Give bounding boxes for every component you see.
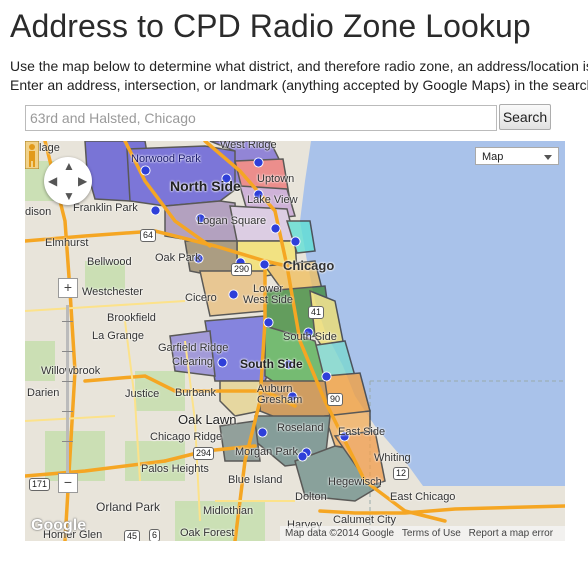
pan-right-icon[interactable]: ▶ [78, 175, 87, 187]
map-label-garfield-ridge: Garfield Ridge [158, 342, 229, 354]
map-label-edison: dison [25, 206, 52, 218]
map-label-bellwood: Bellwood [87, 256, 132, 268]
map-label-roseland: Roseland [277, 422, 324, 434]
map-label-justice: Justice [125, 388, 160, 400]
district-pin-icon[interactable] [263, 317, 274, 328]
map-label-calumet-city: Calumet City [333, 514, 396, 526]
map-label-oak-park: Oak Park [155, 252, 201, 264]
map-label-westchester: Westchester [82, 286, 143, 298]
intro-text-line-2: Enter an address, intersection, or landm… [10, 77, 588, 93]
map-label-clearing: Clearing [172, 356, 213, 368]
pan-left-icon[interactable]: ◀ [48, 175, 57, 187]
google-logo[interactable]: Google [31, 517, 86, 535]
map-label-lower-west-side: Lower West Side [243, 283, 293, 306]
report-map-error-link[interactable]: Report a map error [469, 528, 553, 539]
map-label-willowbrook: Willowbrook [41, 365, 101, 377]
map-attribution-bar: Map data ©2014 Google Terms of Use Repor… [280, 526, 565, 541]
zoom-tick [62, 381, 73, 382]
chevron-down-icon [544, 155, 552, 160]
map-label-auburn-gresham: Auburn Gresham [257, 383, 303, 406]
zoom-in-button[interactable]: + [58, 278, 78, 298]
page-title: Address to CPD Radio Zone Lookup [10, 8, 531, 44]
map-label-east-side: East Side [338, 426, 386, 438]
zoom-slider-track[interactable] [66, 305, 69, 475]
pan-control[interactable]: ▲ ▼ ◀ ▶ [44, 157, 92, 205]
map-label-south-side-1: South Side [283, 331, 337, 343]
highway-shield: 290 [231, 263, 253, 276]
district-pin-icon[interactable] [228, 289, 239, 300]
pan-down-icon[interactable]: ▼ [63, 190, 75, 202]
map-label-palos-heights: Palos Heights [141, 463, 209, 475]
map-type-selector[interactable]: Map [475, 147, 559, 165]
map-label-la-grange: La Grange [92, 330, 144, 342]
highway-shield: 64 [140, 229, 157, 242]
district-pin-icon[interactable] [259, 259, 270, 270]
highway-shield: 6 [149, 529, 161, 541]
map-label-orland-park: Orland Park [96, 500, 161, 514]
radio-zone-map[interactable]: Village West Ridge Norwood Park Uptown N… [25, 141, 565, 541]
highway-shield: 41 [308, 306, 325, 319]
district-pin-icon[interactable] [217, 357, 228, 368]
map-label-franklin-park: Franklin Park [73, 202, 138, 214]
map-label-elmhurst: Elmhurst [45, 237, 89, 249]
map-label-morgan-park: Morgan Park [235, 446, 298, 458]
map-label-midlothian: Midlothian [203, 505, 254, 517]
map-type-label: Map [482, 151, 504, 163]
map-label-chicago-ridge: Chicago Ridge [150, 431, 223, 443]
map-attribution: Map data ©2014 Google [285, 528, 395, 539]
map-label-west-ridge: West Ridge [220, 141, 277, 151]
map-label-darien: Darien [27, 387, 60, 399]
map-label-brookfield: Brookfield [107, 312, 156, 324]
terms-of-use-link[interactable]: Terms of Use [402, 528, 461, 539]
highway-shield: 12 [393, 467, 410, 480]
district-pin-icon[interactable] [290, 236, 301, 247]
map-label-lake-view: Lake View [247, 194, 298, 206]
district-pin-icon[interactable] [270, 223, 281, 234]
map-label-north-side: North Side [170, 178, 241, 194]
highway-shield: 45 [124, 530, 141, 541]
map-label-uptown: Uptown [257, 173, 295, 185]
district-pin-icon[interactable] [253, 157, 264, 168]
address-search-input[interactable] [25, 105, 497, 131]
map-label-oak-forest: Oak Forest [180, 527, 235, 539]
street-view-pegman-icon[interactable] [25, 141, 39, 169]
zoom-tick [62, 351, 73, 352]
zoom-tick [62, 321, 73, 322]
map-label-burbank: Burbank [175, 387, 216, 399]
district-pin-icon[interactable] [257, 427, 268, 438]
district-pin-icon[interactable] [140, 165, 151, 176]
map-label-south-side-2: South Side [240, 357, 303, 371]
highway-shield: 294 [193, 447, 215, 460]
map-label-dolton: Dolton [295, 491, 327, 503]
district-pin-icon[interactable] [150, 205, 161, 216]
map-label-east-chicago: East Chicago [390, 491, 456, 503]
map-label-whiting: Whiting [374, 452, 411, 464]
map-label-cicero: Cicero [185, 292, 217, 304]
highway-shield: 171 [29, 478, 51, 491]
zoom-tick [62, 441, 73, 442]
search-button[interactable]: Search [499, 104, 551, 130]
zoom-out-button[interactable]: − [58, 473, 78, 493]
map-label-norwood-park: Norwood Park [131, 153, 201, 165]
intro-text-line-1: Use the map below to determine what dist… [10, 58, 588, 74]
map-label-blue-island: Blue Island [228, 474, 283, 486]
map-label-chicago: Chicago [283, 258, 335, 273]
zoom-tick [62, 411, 73, 412]
map-label-logan-square: Logan Square [197, 215, 267, 227]
district-pin-icon[interactable] [297, 451, 308, 462]
map-label-hegewisch: Hegewisch [328, 476, 382, 488]
district-pin-icon[interactable] [321, 371, 332, 382]
pan-up-icon[interactable]: ▲ [63, 160, 75, 172]
highway-shield: 90 [327, 393, 344, 406]
map-label-oak-lawn: Oak Lawn [178, 412, 237, 427]
